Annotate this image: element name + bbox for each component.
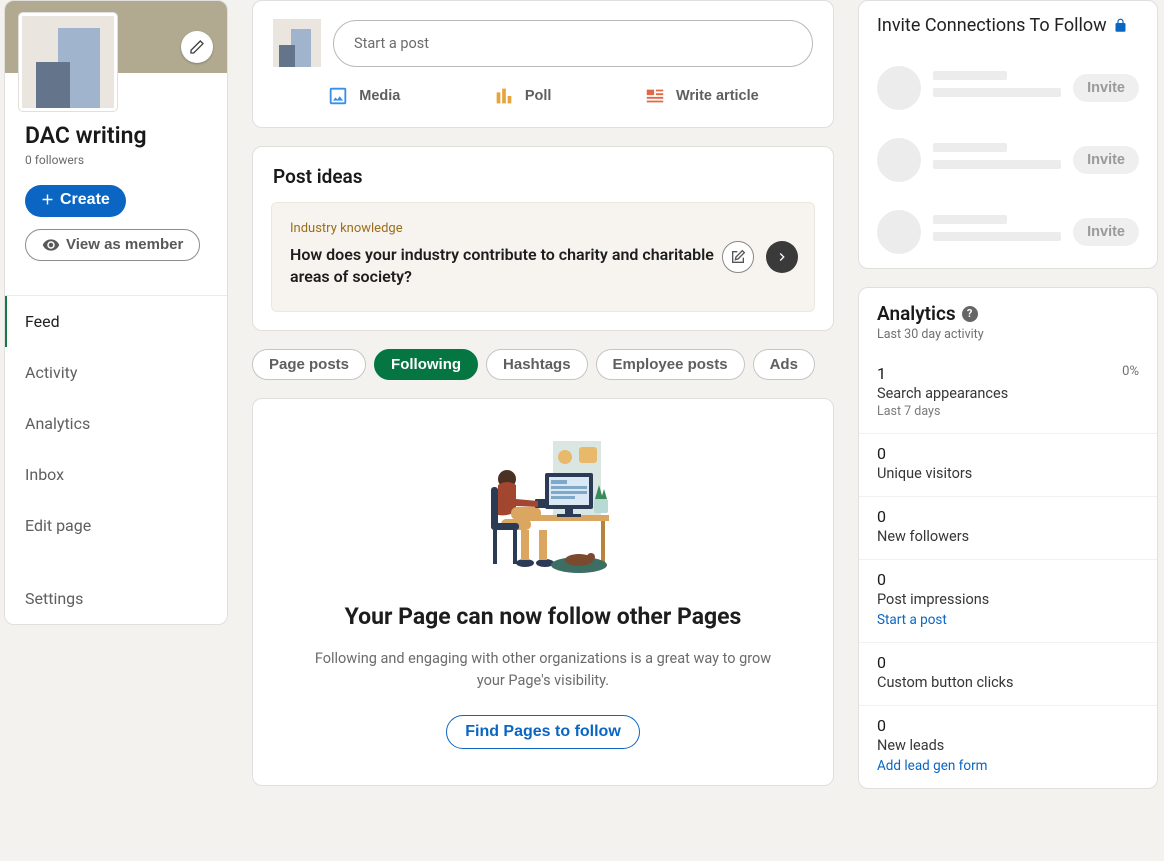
invite-card: Invite Connections To Follow Invite Invi… bbox=[858, 0, 1158, 269]
empty-subtitle: Following and engaging with other organi… bbox=[301, 648, 785, 692]
sidebar-card: DAC writing 0 followers Create View as m… bbox=[4, 0, 228, 625]
metric-custom-button-clicks: 0 Custom button clicks bbox=[859, 642, 1157, 705]
view-as-member-button[interactable]: View as member bbox=[25, 229, 200, 261]
metric-value: 0 bbox=[877, 653, 886, 672]
following-empty-state: Your Page can now follow other Pages Fol… bbox=[252, 398, 834, 787]
analytics-card: Analytics ? Last 30 day activity 1 0% Se… bbox=[858, 287, 1158, 789]
avatar-placeholder bbox=[877, 66, 921, 110]
next-idea-button[interactable] bbox=[766, 241, 798, 273]
eye-icon bbox=[42, 236, 60, 254]
metric-post-impressions: 0 Post impressions Start a post bbox=[859, 559, 1157, 642]
metric-search-appearances: 1 0% Search appearances Last 7 days bbox=[859, 354, 1157, 433]
nav-analytics[interactable]: Analytics bbox=[5, 398, 227, 449]
nav-settings[interactable]: Settings bbox=[5, 573, 227, 624]
metric-pct: 0% bbox=[1122, 364, 1139, 383]
invite-row: Invite bbox=[859, 196, 1157, 268]
write-article-button[interactable]: Write article bbox=[634, 77, 769, 115]
page-logo-small bbox=[273, 19, 321, 67]
metric-value: 0 bbox=[877, 570, 886, 589]
avatar-placeholder bbox=[877, 210, 921, 254]
page-logo[interactable] bbox=[19, 13, 117, 111]
filter-hashtags[interactable]: Hashtags bbox=[486, 349, 588, 380]
poll-icon bbox=[493, 85, 515, 107]
analytics-header: Analytics bbox=[877, 302, 956, 325]
empty-title: Your Page can now follow other Pages bbox=[301, 601, 785, 632]
filter-ads[interactable]: Ads bbox=[753, 349, 815, 380]
chevron-right-icon bbox=[774, 249, 790, 265]
poll-button[interactable]: Poll bbox=[483, 77, 562, 115]
find-pages-button[interactable]: Find Pages to follow bbox=[446, 715, 640, 749]
post-idea-prompt: How does your industry contribute to cha… bbox=[290, 244, 738, 289]
followers-count: 0 followers bbox=[25, 153, 207, 167]
media-button[interactable]: Media bbox=[317, 77, 410, 115]
metric-label: Unique visitors bbox=[877, 465, 1139, 482]
invite-button[interactable]: Invite bbox=[1073, 218, 1139, 246]
invite-header: Invite Connections To Follow bbox=[859, 1, 1157, 52]
metric-label: New leads bbox=[877, 737, 1139, 754]
lock-icon bbox=[1113, 18, 1128, 33]
plus-icon bbox=[39, 191, 56, 208]
metric-new-leads: 0 New leads Add lead gen form bbox=[859, 705, 1157, 788]
metric-label: Search appearances bbox=[877, 385, 1139, 402]
create-button[interactable]: Create bbox=[25, 185, 126, 217]
pencil-icon bbox=[189, 39, 205, 55]
post-ideas-header: Post ideas bbox=[253, 147, 833, 202]
start-post-link[interactable]: Start a post bbox=[877, 612, 947, 628]
article-icon bbox=[644, 85, 666, 107]
nav-inbox[interactable]: Inbox bbox=[5, 449, 227, 500]
feed-filters: Page posts Following Hashtags Employee p… bbox=[252, 349, 834, 380]
edit-cover-button[interactable] bbox=[181, 31, 213, 63]
metric-unique-visitors: 0 Unique visitors bbox=[859, 433, 1157, 496]
filter-page-posts[interactable]: Page posts bbox=[252, 349, 366, 380]
compose-idea-button[interactable] bbox=[722, 241, 754, 273]
post-ideas-card: Post ideas Industry knowledge How does y… bbox=[252, 146, 834, 331]
metric-label: Custom button clicks bbox=[877, 674, 1139, 691]
nav-edit-page[interactable]: Edit page bbox=[5, 500, 227, 551]
invite-row: Invite bbox=[859, 52, 1157, 124]
start-post-input[interactable]: Start a post bbox=[333, 20, 813, 67]
metric-new-followers: 0 New followers bbox=[859, 496, 1157, 559]
add-lead-gen-link[interactable]: Add lead gen form bbox=[877, 758, 987, 774]
composer-card: Start a post Media Poll Write article bbox=[252, 0, 834, 128]
help-icon[interactable]: ? bbox=[962, 306, 978, 322]
avatar-placeholder bbox=[877, 138, 921, 182]
invite-row: Invite bbox=[859, 124, 1157, 196]
metric-label: New followers bbox=[877, 528, 1139, 545]
metric-value: 1 bbox=[877, 364, 886, 383]
post-idea-tag: Industry knowledge bbox=[290, 221, 738, 236]
compose-icon bbox=[730, 249, 746, 265]
nav-activity[interactable]: Activity bbox=[5, 347, 227, 398]
invite-button[interactable]: Invite bbox=[1073, 146, 1139, 174]
page-title: DAC writing bbox=[25, 121, 207, 151]
metric-value: 0 bbox=[877, 716, 886, 735]
illustration bbox=[453, 427, 633, 587]
filter-following[interactable]: Following bbox=[374, 349, 478, 380]
metric-extra: Last 7 days bbox=[877, 404, 1139, 419]
filter-employee-posts[interactable]: Employee posts bbox=[596, 349, 745, 380]
nav-feed[interactable]: Feed bbox=[5, 296, 227, 347]
metric-value: 0 bbox=[877, 507, 886, 526]
analytics-subtitle: Last 30 day activity bbox=[859, 327, 1157, 354]
sidebar-nav: Feed Activity Analytics Inbox Edit page … bbox=[5, 295, 227, 624]
page-cover bbox=[5, 1, 227, 73]
metric-label: Post impressions bbox=[877, 591, 1139, 608]
image-icon bbox=[327, 85, 349, 107]
metric-value: 0 bbox=[877, 444, 886, 463]
invite-button[interactable]: Invite bbox=[1073, 74, 1139, 102]
post-idea-item: Industry knowledge How does your industr… bbox=[271, 202, 815, 312]
